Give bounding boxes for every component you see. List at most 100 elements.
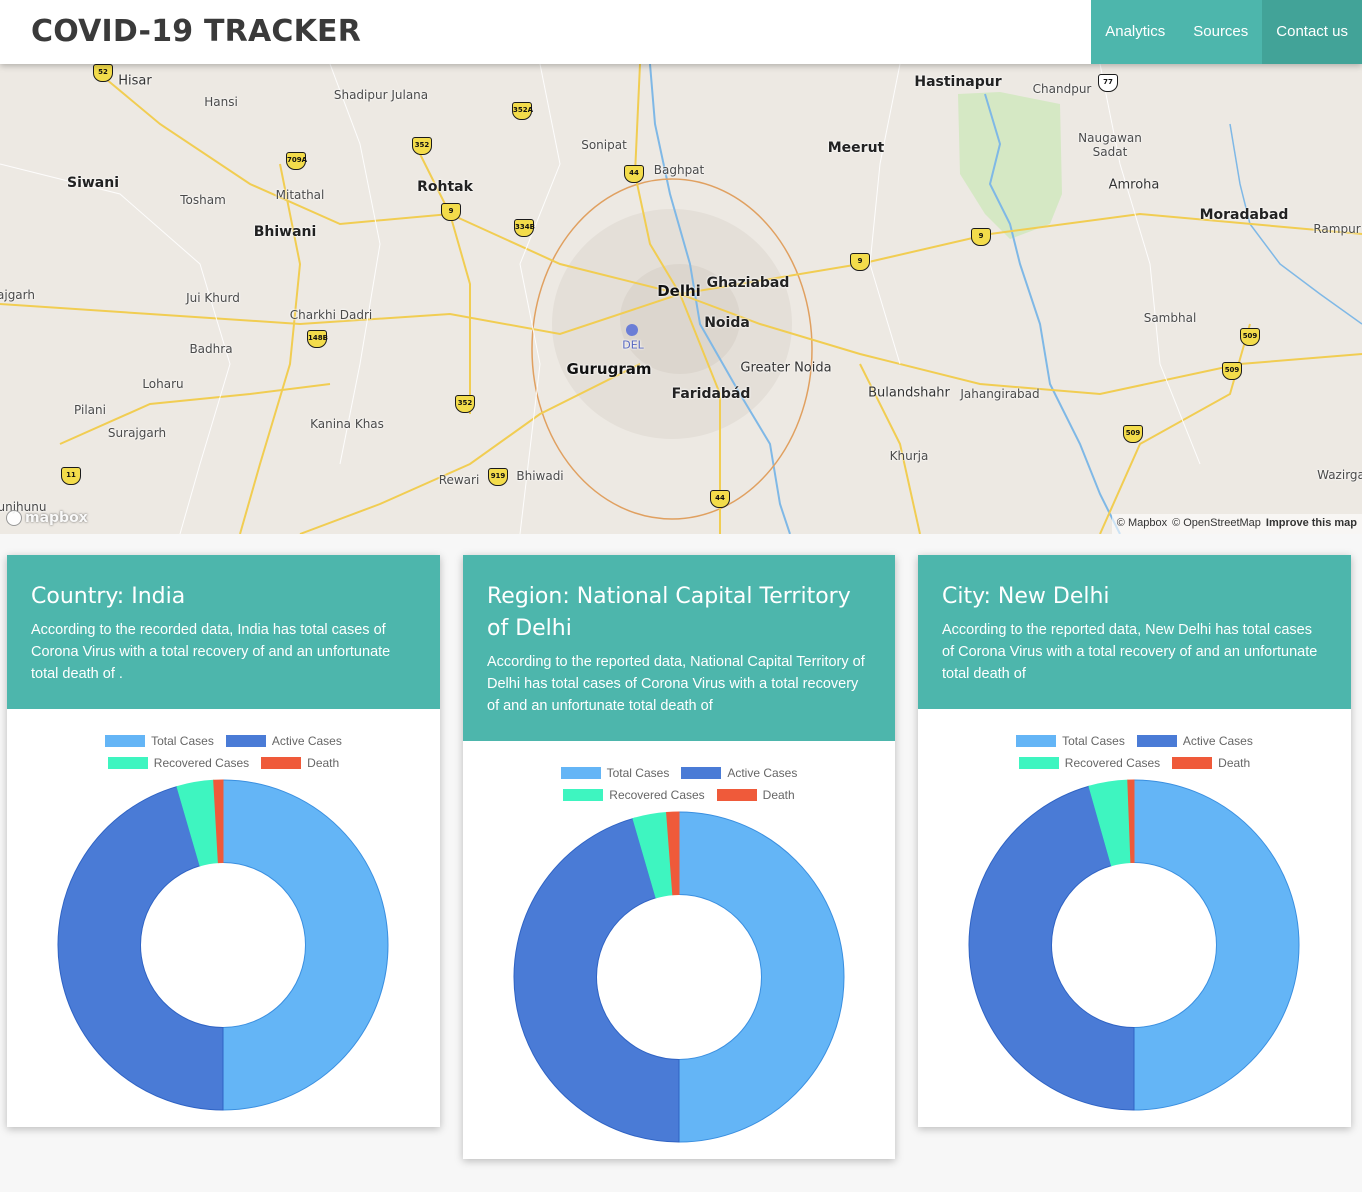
map-label-sambhal: Sambhal bbox=[1143, 311, 1197, 325]
highway-shield: 9 bbox=[441, 203, 461, 221]
map-label-sonipat: Sonipat bbox=[581, 138, 627, 152]
top-navbar: COVID-19 TRACKER Analytics Sources Conta… bbox=[0, 0, 1362, 64]
mapbox-logo[interactable]: mapbox bbox=[6, 510, 88, 526]
highway-shield: 509 bbox=[1240, 328, 1260, 346]
slice-total-cases[interactable] bbox=[678, 811, 845, 1143]
nav-analytics[interactable]: Analytics bbox=[1091, 0, 1179, 64]
map-label-sadat: Sadat bbox=[1092, 145, 1128, 159]
legend-death[interactable]: Death bbox=[261, 756, 339, 770]
map-label-naugawan: Naugawan bbox=[1078, 131, 1142, 145]
card-description: According to the reported data, National… bbox=[487, 654, 865, 714]
nav-menu: Analytics Sources Contact us bbox=[1091, 0, 1362, 64]
donut-chart-region[interactable] bbox=[513, 811, 845, 1143]
improve-map-link[interactable]: Improve this map bbox=[1266, 517, 1357, 531]
highway-shield: 919 bbox=[488, 468, 508, 486]
floodplain-area bbox=[958, 92, 1062, 239]
legend-label-death: Death bbox=[762, 788, 795, 802]
legend-label-recovered: Recovered Cases bbox=[1064, 756, 1161, 770]
map-label-hisar: Hisar bbox=[118, 73, 152, 89]
map-label-jahangirabad: Jahangirabad bbox=[960, 387, 1040, 401]
legend-label-recovered: Recovered Cases bbox=[609, 788, 705, 802]
legend-total-cases[interactable]: Total Cases bbox=[105, 734, 214, 748]
legend-swatch-total bbox=[105, 735, 146, 747]
map-label-shadipur: Shadipur Julana bbox=[333, 88, 429, 102]
map-label-bhiwani: Bhiwani bbox=[253, 224, 317, 240]
map-label-pilani: Pilani bbox=[74, 403, 106, 417]
map-label-amroha: Amroha bbox=[1108, 177, 1160, 193]
legend-swatch-recovered bbox=[563, 789, 604, 801]
mapbox-logo-icon bbox=[6, 510, 22, 526]
airport-icon bbox=[626, 324, 638, 336]
highway-shield: 148B bbox=[307, 330, 328, 348]
legend-label-death: Death bbox=[307, 756, 340, 770]
legend-total-cases[interactable]: Total Cases bbox=[560, 766, 670, 780]
legend-recovered-cases[interactable]: Recovered Cases bbox=[1018, 756, 1161, 770]
map-label-meerut: Meerut bbox=[827, 140, 885, 156]
highway-shield: 77 bbox=[1098, 74, 1118, 92]
map-attribution: © Mapbox © OpenStreetMap Improve this ma… bbox=[1111, 514, 1362, 534]
map-label-mitathal: Mitathal bbox=[275, 188, 325, 202]
highway-shield: 9 bbox=[850, 253, 870, 271]
map-label-loharu: Loharu bbox=[142, 377, 184, 391]
highway-shield: 9 bbox=[971, 228, 991, 246]
city-card: City: New Delhi According to the reporte… bbox=[918, 555, 1351, 1127]
legend-swatch-active bbox=[681, 767, 722, 779]
chart-legend: Total Cases Active Cases Recovered Cases… bbox=[7, 730, 440, 774]
nav-sources[interactable]: Sources bbox=[1179, 0, 1262, 64]
legend-active-cases[interactable]: Active Cases bbox=[1136, 734, 1253, 748]
attribution-mapbox-link[interactable]: © Mapbox bbox=[1117, 517, 1167, 531]
legend-label-total: Total Cases bbox=[1062, 734, 1125, 748]
legend-label-total: Total Cases bbox=[606, 766, 670, 780]
attribution-osm-link[interactable]: © OpenStreetMap bbox=[1172, 517, 1261, 531]
legend-recovered-cases[interactable]: Recovered Cases bbox=[563, 788, 705, 802]
map-label-tosham: Tosham bbox=[180, 193, 226, 207]
legend-swatch-recovered bbox=[1018, 757, 1059, 769]
mapbox-logo-text: mapbox bbox=[25, 510, 88, 526]
map-label-kanina-khas: Kanina Khas bbox=[310, 417, 384, 431]
card-title: City: New Delhi bbox=[942, 584, 1110, 609]
card-title: Country: India bbox=[31, 584, 186, 609]
legend-total-cases[interactable]: Total Cases bbox=[1016, 734, 1125, 748]
nav-contact-us[interactable]: Contact us bbox=[1262, 0, 1362, 64]
card-description: According to the recorded data, India ha… bbox=[31, 622, 391, 682]
legend-swatch-death bbox=[716, 789, 757, 801]
map-label-faridabad: Faridabád bbox=[671, 386, 751, 402]
map-label-siwani: Siwani bbox=[66, 175, 120, 191]
slice-total-cases[interactable] bbox=[1133, 779, 1300, 1111]
map-label-gurugram: Gurugram bbox=[566, 360, 652, 378]
legend-recovered-cases[interactable]: Recovered Cases bbox=[107, 756, 250, 770]
legend-label-total: Total Cases bbox=[151, 734, 214, 748]
legend-swatch-active bbox=[1136, 735, 1177, 747]
legend-label-active: Active Cases bbox=[1182, 734, 1253, 748]
map-label-jui-khurd: Jui Khurd bbox=[186, 291, 240, 305]
map-label-rohtak: Rohtak bbox=[417, 179, 473, 195]
region-card: Region: National Capital Territory of De… bbox=[463, 555, 895, 1159]
map-label-ajgarh: ajgarh bbox=[0, 288, 35, 302]
legend-death[interactable]: Death bbox=[1172, 756, 1250, 770]
chart-legend: Total Cases Active Cases Recovered Cases… bbox=[463, 762, 895, 806]
legend-swatch-total bbox=[560, 767, 601, 779]
legend-active-cases[interactable]: Active Cases bbox=[225, 734, 342, 748]
map-label-del-airport: DEL bbox=[622, 338, 644, 352]
highway-shield: 509 bbox=[1123, 425, 1143, 443]
brand-title[interactable]: COVID-19 TRACKER bbox=[31, 14, 361, 49]
map-view[interactable]: Hisar Hansi Shadipur Julana Sonipat Bagh… bbox=[0, 64, 1362, 534]
map-label-rampur: Rampur bbox=[1313, 222, 1361, 236]
legend-swatch-recovered bbox=[107, 757, 148, 769]
legend-active-cases[interactable]: Active Cases bbox=[681, 766, 797, 780]
map-label-rewari: Rewari bbox=[438, 473, 480, 487]
legend-swatch-total bbox=[1016, 735, 1057, 747]
card-description: According to the reported data, New Delh… bbox=[942, 622, 1318, 682]
donut-chart-country[interactable] bbox=[57, 779, 389, 1111]
map-label-ghaziabad: Ghaziabad bbox=[706, 275, 790, 291]
map-label-greater-noida: Greater Noida bbox=[740, 360, 832, 376]
card-header: Region: National Capital Territory of De… bbox=[463, 555, 895, 741]
legend-death[interactable]: Death bbox=[716, 788, 795, 802]
slice-total-cases[interactable] bbox=[222, 779, 389, 1111]
country-card: Country: India According to the recorded… bbox=[7, 555, 440, 1127]
map-label-noida: Noida bbox=[704, 315, 750, 331]
card-header: City: New Delhi According to the reporte… bbox=[918, 555, 1351, 709]
donut-chart-city[interactable] bbox=[968, 779, 1300, 1111]
legend-label-recovered: Recovered Cases bbox=[153, 756, 250, 770]
highway-shield: 709A bbox=[286, 152, 307, 170]
